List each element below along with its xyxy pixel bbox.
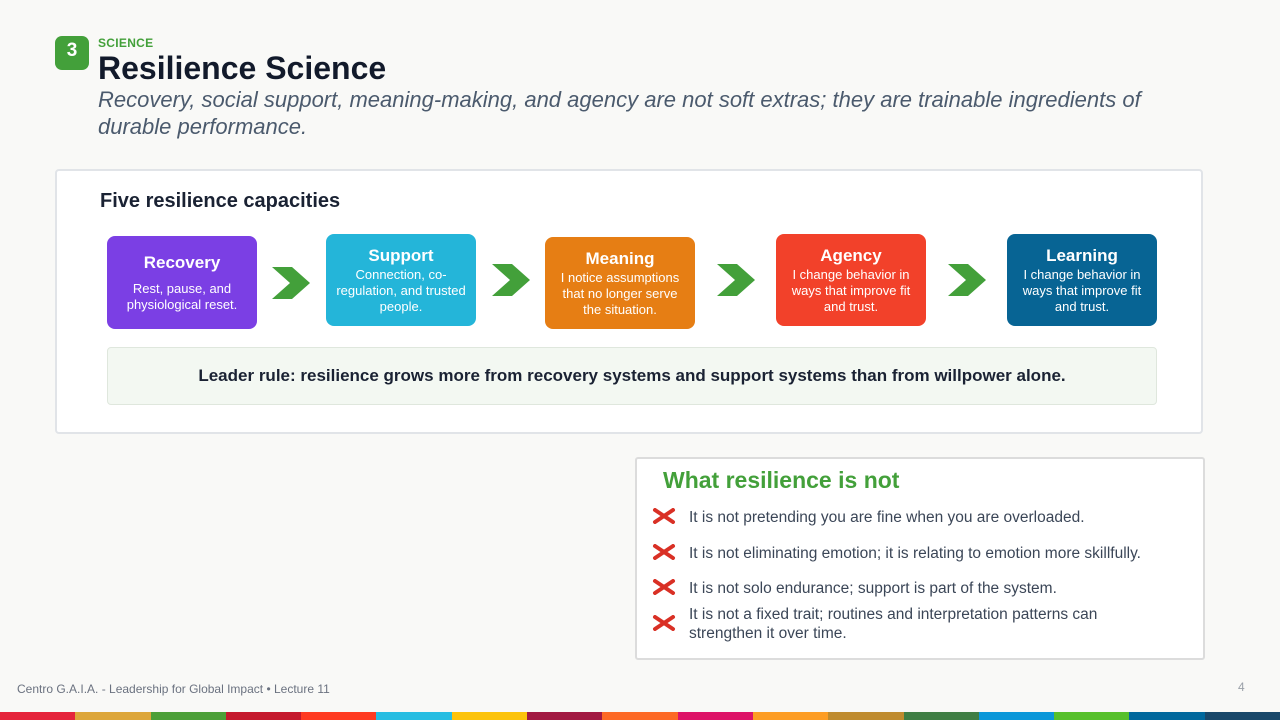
sdg-color-segment <box>150 712 226 720</box>
capacity-card-meaning: Meaning I notice assumptions that no lon… <box>545 237 695 329</box>
capacity-card-agency: Agency I change behavior in ways that im… <box>776 234 926 326</box>
capacity-description: Connection, co-regulation, and trusted p… <box>336 266 466 314</box>
capacity-card-support: Support Connection, co-regulation, and t… <box>326 234 476 326</box>
sdg-color-segment <box>1204 712 1280 720</box>
chevron-right-icon <box>272 267 310 299</box>
capacity-description: I change behavior in ways that improve f… <box>791 266 911 314</box>
capacity-name: Learning <box>1046 245 1118 265</box>
sdg-color-segment <box>376 712 452 720</box>
not-list-item: It is not solo endurance; support is par… <box>689 580 1057 597</box>
sdg-color-segment <box>602 712 678 720</box>
capacity-name: Recovery <box>143 252 221 272</box>
sdg-color-segment <box>451 712 528 720</box>
leader-rule-callout: Leader rule: resilience grows more from … <box>107 347 1157 405</box>
slide-subtitle: Recovery, social support, meaning-making… <box>98 87 1141 139</box>
page-number: 4 <box>1238 680 1245 694</box>
sdg-color-segment <box>0 712 76 720</box>
sdg-color-segment <box>1129 712 1205 720</box>
not-panel-title: What resilience is not <box>663 467 900 493</box>
footer-text: Centro G.A.I.A. - Leadership for Global … <box>17 682 330 696</box>
sdg-color-segment <box>752 712 829 720</box>
not-list-item: It is not a fixed trait; routines and in… <box>689 606 1098 642</box>
capacity-name: Agency <box>820 245 882 265</box>
sdg-color-segment <box>301 712 377 720</box>
capacity-card-recovery: Recovery Rest, pause, and physiological … <box>107 236 257 329</box>
sdg-color-segment <box>677 712 753 720</box>
sdg-color-segment <box>225 712 302 720</box>
capacities-title: Five resilience capacities <box>100 190 341 212</box>
sdg-color-segment <box>1054 712 1130 720</box>
chevron-right-icon <box>948 264 986 296</box>
capacity-description: Rest, pause, and physiological reset. <box>126 280 238 312</box>
chevron-right-icon <box>492 264 530 296</box>
red-x-icon <box>653 544 675 560</box>
red-x-icon <box>653 579 675 595</box>
section-kicker: SCIENCE <box>98 36 154 50</box>
not-list-item: It is not pretending you are fine when y… <box>689 509 1085 526</box>
capacity-description: I change behavior in ways that improve f… <box>1022 266 1142 314</box>
section-number-badge: 3 <box>55 36 89 70</box>
sdg-color-segment <box>75 712 151 720</box>
capacity-name: Support <box>368 245 434 265</box>
sdg-color-segment <box>903 712 979 720</box>
sdg-color-segment <box>978 712 1055 720</box>
red-x-icon <box>653 615 675 631</box>
red-x-icon <box>653 508 675 524</box>
slide-title: Resilience Science <box>98 50 387 86</box>
sdg-color-segment <box>828 712 904 720</box>
chevron-right-icon <box>717 264 755 296</box>
sdg-color-bar <box>0 712 1280 720</box>
capacity-name: Meaning <box>585 248 655 268</box>
capacity-description: I notice assumptions that no longer serv… <box>560 269 680 317</box>
sdg-color-segment <box>527 712 603 720</box>
not-list-item: It is not eliminating emotion; it is rel… <box>689 545 1141 562</box>
capacity-card-learning: Learning I change behavior in ways that … <box>1007 234 1157 326</box>
